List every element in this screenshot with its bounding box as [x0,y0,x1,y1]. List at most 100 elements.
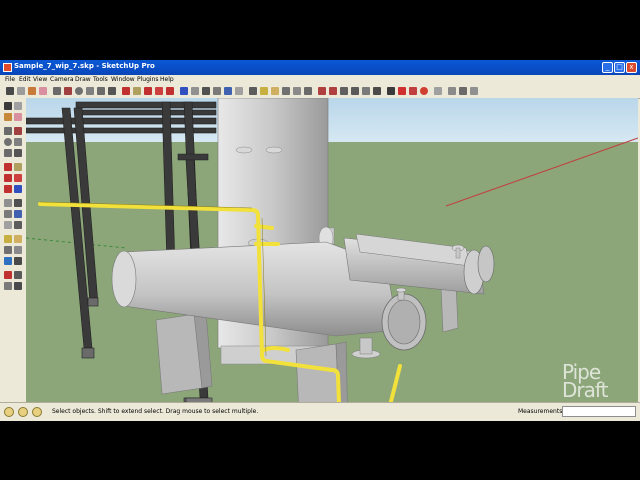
plugin-arrow-icon[interactable] [387,87,395,95]
zoom-window-tool-icon[interactable] [14,246,22,254]
select-tool-icon[interactable] [4,102,12,110]
menu-draw[interactable]: Draw [75,76,91,83]
position-camera-icon[interactable] [340,87,348,95]
line-tool-icon[interactable] [14,127,22,135]
previous-icon[interactable] [318,87,326,95]
maximize-button[interactable]: □ [614,62,625,73]
plugin-rotate-icon[interactable] [420,87,428,95]
dimension-tool-icon[interactable] [14,199,22,207]
eraser-tool-icon[interactable] [14,113,22,121]
menu-camera[interactable]: Camera [50,76,74,83]
scale-icon[interactable] [166,87,174,95]
polygon-tool-icon[interactable] [4,149,12,157]
paint-bucket-tool-icon[interactable] [4,113,12,121]
rotate-tool-icon[interactable] [4,174,12,182]
previous-view-tool-icon[interactable] [14,257,22,265]
measurements-label: Measurements [518,408,563,415]
walk-icon[interactable] [351,87,359,95]
plugin-bulb-icon[interactable] [448,87,456,95]
circle-tool-icon[interactable] [4,138,12,146]
3dtext-icon[interactable] [249,87,257,95]
lookaround-icon[interactable] [362,87,370,95]
menu-bar: File Edit View Camera Draw Tools Window … [0,75,640,85]
arc-tool-icon[interactable] [14,138,22,146]
component-icon[interactable] [17,87,25,95]
orbit-icon[interactable] [260,87,268,95]
dimension-icon[interactable] [202,87,210,95]
scale-tool-icon[interactable] [4,185,12,193]
pushpull-icon[interactable] [133,87,141,95]
sketchup-window: Sample_7_wip_7.skp - SketchUp Pro _ □ x … [0,60,640,421]
move-tool-icon[interactable] [4,163,12,171]
offset-icon[interactable] [180,87,188,95]
minimize-button[interactable]: _ [602,62,613,73]
select-icon[interactable] [6,87,14,95]
pushpull-tool-icon[interactable] [14,163,22,171]
help-icon[interactable] [32,407,42,417]
orbit-tool-icon[interactable] [4,235,12,243]
plugin-gear-icon[interactable] [434,87,442,95]
zoomextents-icon[interactable] [304,87,312,95]
eraser-icon[interactable] [39,87,47,95]
status-message: Select objects. Shift to extend select. … [52,408,259,415]
move-icon[interactable] [122,87,130,95]
section-icon[interactable] [373,87,381,95]
followme-icon[interactable] [155,87,163,95]
zoomwindow-icon[interactable] [293,87,301,95]
polygon-icon[interactable] [97,87,105,95]
text-tool-icon[interactable] [14,210,22,218]
line-icon[interactable] [64,87,72,95]
walk-tool-icon[interactable] [14,271,22,279]
window-title: Sample_7_wip_7.skp - SketchUp Pro [14,62,155,70]
zoom-extents-tool-icon[interactable] [4,257,12,265]
credits-icon[interactable] [18,407,28,417]
close-button[interactable]: x [626,62,637,73]
menu-plugins[interactable]: Plugins [137,76,159,83]
protractor-tool-icon[interactable] [4,210,12,218]
arc-icon[interactable] [86,87,94,95]
main-toolbar [0,85,640,99]
next-icon[interactable] [329,87,337,95]
protractor-icon[interactable] [213,87,221,95]
zoom-icon[interactable] [282,87,290,95]
menu-tools[interactable]: Tools [93,76,108,83]
geo-location-icon[interactable] [4,407,14,417]
tape-icon[interactable] [191,87,199,95]
measurements-input[interactable] [562,406,636,417]
zoom-tool-icon[interactable] [4,246,12,254]
title-bar[interactable]: Sample_7_wip_7.skp - SketchUp Pro _ □ x [0,60,640,75]
menu-file[interactable]: File [5,76,15,83]
plugin-cross-icon[interactable] [398,87,406,95]
look-around-tool-icon[interactable] [4,282,12,290]
pan-icon[interactable] [271,87,279,95]
followme-tool-icon[interactable] [14,174,22,182]
3dtext-tool-icon[interactable] [14,221,22,229]
offset-tool-icon[interactable] [14,185,22,193]
rectangle-icon[interactable] [53,87,61,95]
rotate-icon[interactable] [144,87,152,95]
model-scene [26,98,638,402]
menu-view[interactable]: View [33,76,47,83]
model-viewport[interactable] [26,98,638,402]
text-icon[interactable] [224,87,232,95]
freehand-icon[interactable] [108,87,116,95]
status-bar: Select objects. Shift to extend select. … [0,402,640,421]
axes-tool-icon[interactable] [4,221,12,229]
make-component-tool-icon[interactable] [14,102,22,110]
section-plane-tool-icon[interactable] [14,282,22,290]
menu-edit[interactable]: Edit [19,76,31,83]
freehand-tool-icon[interactable] [14,149,22,157]
pan-tool-icon[interactable] [14,235,22,243]
circle-icon[interactable] [75,87,83,95]
plugin-pipe-icon[interactable] [470,87,478,95]
rectangle-tool-icon[interactable] [4,127,12,135]
menu-window[interactable]: Window [111,76,135,83]
axes-icon[interactable] [235,87,243,95]
paint-icon[interactable] [28,87,36,95]
sketchup-app-icon[interactable] [3,63,12,72]
plugin-fitting-icon[interactable] [459,87,467,95]
plugin-tool-icon[interactable] [409,87,417,95]
menu-help[interactable]: Help [160,76,174,83]
position-camera-tool-icon[interactable] [4,271,12,279]
tape-tool-icon[interactable] [4,199,12,207]
